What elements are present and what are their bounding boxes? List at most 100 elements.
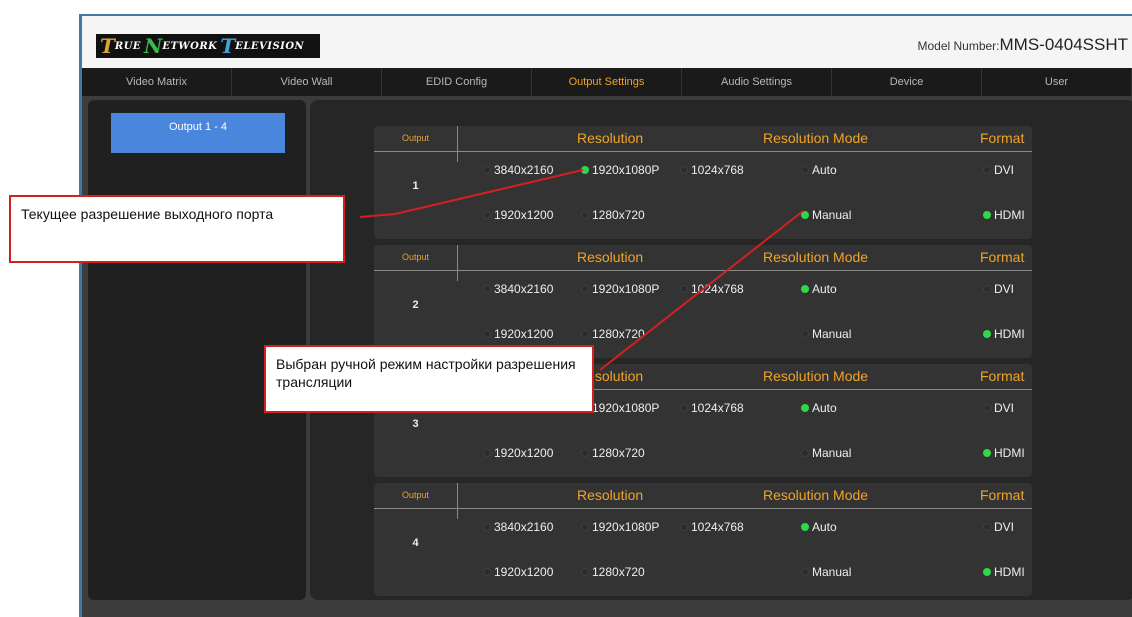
radio-indicator[interactable]: [581, 449, 589, 457]
resolution-radio-1920x1080p[interactable]: 1920x1080P: [581, 520, 659, 534]
output-port-number: 3: [412, 418, 419, 430]
resolution-radio-1280x720[interactable]: 1280x720: [581, 446, 645, 460]
radio-indicator[interactable]: [983, 404, 991, 412]
model-number-display: Model Number:MMS-0404SSHT: [917, 35, 1128, 55]
tab-device[interactable]: Device: [832, 68, 982, 96]
radio-label: 3840x2160: [494, 520, 554, 534]
format-radio-hdmi[interactable]: HDMI: [983, 565, 1025, 579]
brand-logo: T RUE N ETWORK T ELEVISION: [96, 34, 320, 58]
radio-indicator[interactable]: [483, 285, 491, 293]
format-radio-hdmi[interactable]: HDMI: [983, 208, 1025, 222]
mode-radio-auto[interactable]: Auto: [801, 163, 837, 177]
format-column-header: Format: [980, 249, 1025, 265]
resolution-column-header: Resolution: [577, 130, 644, 146]
format-radio-dvi[interactable]: DVI: [983, 401, 1014, 415]
radio-label: 1920x1200: [494, 446, 554, 460]
radio-label: 1920x1200: [494, 565, 554, 579]
mode-radio-manual[interactable]: Manual: [801, 565, 851, 579]
output-block-1: Output Resolution Resolution Mode Format 1 38…: [374, 126, 1032, 239]
radio-indicator[interactable]: [581, 523, 589, 531]
radio-label: DVI: [994, 401, 1015, 415]
radio-indicator[interactable]: [483, 449, 491, 457]
radio-indicator[interactable]: [483, 166, 491, 174]
radio-indicator[interactable]: [983, 211, 991, 219]
radio-indicator[interactable]: [983, 330, 991, 338]
tab-output-settings[interactable]: Output Settings: [532, 68, 682, 96]
resolution-radio-3840x2160[interactable]: 3840x2160: [483, 282, 553, 296]
radio-indicator[interactable]: [581, 166, 589, 174]
resolution-radio-3840x2160[interactable]: 3840x2160: [483, 520, 553, 534]
radio-indicator[interactable]: [680, 166, 688, 174]
radio-indicator[interactable]: [483, 330, 491, 338]
resolution-radio-1280x720[interactable]: 1280x720: [581, 565, 645, 579]
radio-indicator[interactable]: [680, 285, 688, 293]
block-column-divider: [457, 126, 458, 162]
tab-audio-settings[interactable]: Audio Settings: [682, 68, 832, 96]
mode-radio-manual[interactable]: Manual: [801, 327, 851, 341]
mode-radio-auto[interactable]: Auto: [801, 282, 837, 296]
tab-video-matrix[interactable]: Video Matrix: [82, 68, 232, 96]
resolution-radio-1024x768[interactable]: 1024x768: [680, 401, 744, 415]
radio-indicator[interactable]: [483, 568, 491, 576]
mode-radio-auto[interactable]: Auto: [801, 401, 837, 415]
output-block-4: Output Resolution Resolution Mode Format 4 38…: [374, 483, 1032, 596]
resolution-column-header: Resolution: [577, 487, 644, 503]
radio-indicator[interactable]: [801, 330, 809, 338]
block-header-divider: [374, 126, 1032, 152]
radio-label: 1024x768: [691, 401, 744, 415]
resolution-radio-1280x720[interactable]: 1280x720: [581, 327, 645, 341]
resolution-radio-1280x720[interactable]: 1280x720: [581, 208, 645, 222]
radio-indicator[interactable]: [983, 568, 991, 576]
resolution-radio-1920x1080p[interactable]: 1920x1080P: [581, 282, 659, 296]
radio-label: HDMI: [994, 565, 1025, 579]
radio-label: 1920x1080P: [592, 163, 660, 177]
format-radio-hdmi[interactable]: HDMI: [983, 446, 1025, 460]
radio-indicator[interactable]: [801, 211, 809, 219]
resolution-radio-1024x768[interactable]: 1024x768: [680, 520, 744, 534]
radio-indicator[interactable]: [581, 211, 589, 219]
radio-indicator[interactable]: [983, 449, 991, 457]
radio-indicator[interactable]: [483, 523, 491, 531]
radio-indicator[interactable]: [801, 404, 809, 412]
radio-indicator[interactable]: [680, 523, 688, 531]
radio-indicator[interactable]: [983, 285, 991, 293]
output-port-number: 4: [412, 537, 419, 549]
main-nav: Video Matrix Video Wall EDID Config Output …: [82, 68, 1132, 96]
radio-indicator[interactable]: [483, 211, 491, 219]
radio-indicator[interactable]: [983, 523, 991, 531]
format-radio-dvi[interactable]: DVI: [983, 520, 1014, 534]
mode-radio-manual[interactable]: Manual: [801, 208, 851, 222]
radio-indicator[interactable]: [983, 166, 991, 174]
logo-initial: N: [144, 34, 163, 58]
tab-edid-config[interactable]: EDID Config: [382, 68, 532, 96]
tab-video-wall[interactable]: Video Wall: [232, 68, 382, 96]
radio-indicator[interactable]: [581, 285, 589, 293]
radio-indicator[interactable]: [801, 166, 809, 174]
format-radio-dvi[interactable]: DVI: [983, 163, 1014, 177]
radio-indicator[interactable]: [680, 404, 688, 412]
radio-indicator[interactable]: [801, 449, 809, 457]
tab-user[interactable]: User: [982, 68, 1132, 96]
format-radio-hdmi[interactable]: HDMI: [983, 327, 1025, 341]
format-column-header: Format: [980, 368, 1025, 384]
resolution-radio-3840x2160[interactable]: 3840x2160: [483, 163, 553, 177]
format-column-header: Format: [980, 487, 1025, 503]
mode-radio-auto[interactable]: Auto: [801, 520, 837, 534]
resolution-radio-1024x768[interactable]: 1024x768: [680, 282, 744, 296]
resolution-column-header: Resolution: [577, 249, 644, 265]
resolution-radio-1920x1200[interactable]: 1920x1200: [483, 208, 553, 222]
format-radio-dvi[interactable]: DVI: [983, 282, 1014, 296]
resolution-radio-1920x1200[interactable]: 1920x1200: [483, 327, 553, 341]
sidebar-item-output-1-4[interactable]: Output 1 - 4: [111, 113, 285, 153]
resolution-radio-1024x768[interactable]: 1024x768: [680, 163, 744, 177]
resolution-radio-1920x1200[interactable]: 1920x1200: [483, 446, 553, 460]
radio-indicator[interactable]: [581, 330, 589, 338]
resolution-radio-1920x1080p[interactable]: 1920x1080P: [581, 163, 659, 177]
radio-indicator[interactable]: [801, 523, 809, 531]
resolution-radio-1920x1200[interactable]: 1920x1200: [483, 565, 553, 579]
mode-radio-manual[interactable]: Manual: [801, 446, 851, 460]
radio-indicator[interactable]: [801, 285, 809, 293]
radio-indicator[interactable]: [581, 568, 589, 576]
radio-label: 1280x720: [592, 446, 645, 460]
radio-indicator[interactable]: [801, 568, 809, 576]
